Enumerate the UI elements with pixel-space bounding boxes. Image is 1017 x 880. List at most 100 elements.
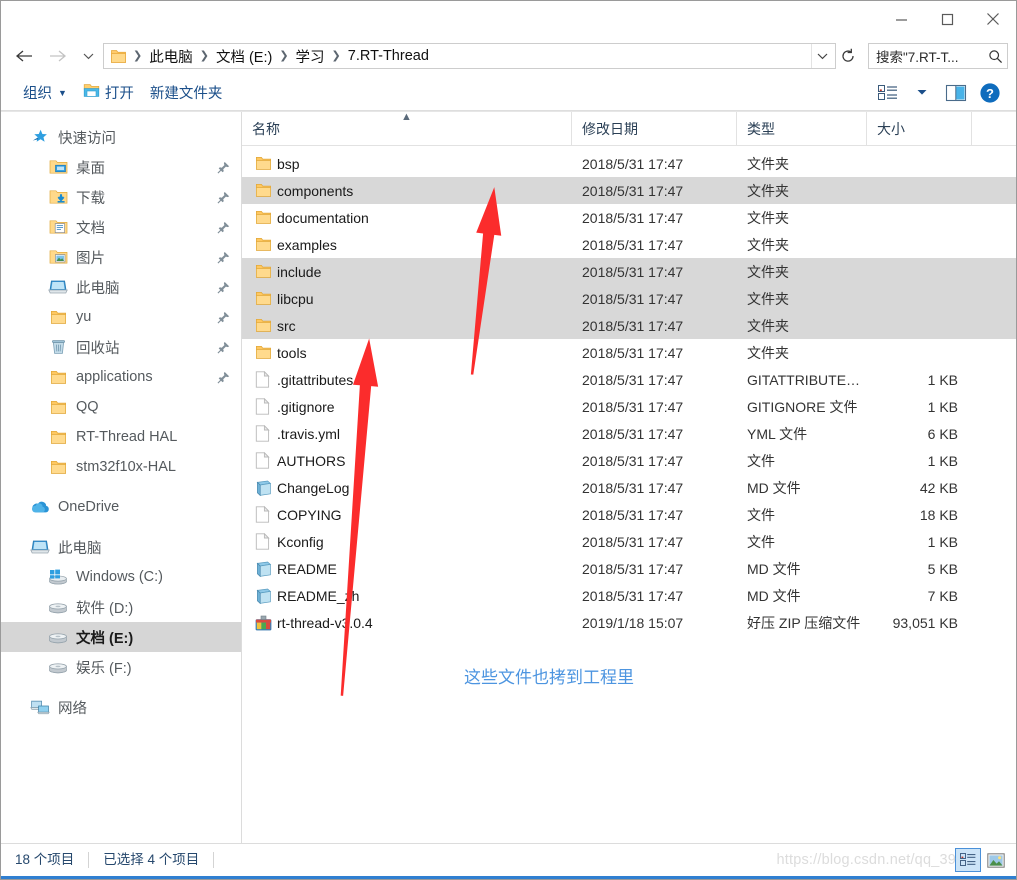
search-box[interactable]: 搜索"7.RT-T...: [868, 43, 1008, 69]
table-row[interactable]: ChangeLog 2018/5/31 17:47 MD 文件 42 KB: [242, 474, 1016, 501]
minimize-button[interactable]: [878, 1, 924, 37]
breadcrumb-item-1[interactable]: 文档 (E:): [213, 46, 275, 67]
breadcrumb-separator: ❯: [279, 49, 289, 62]
new-folder-button[interactable]: 新建文件夹: [142, 79, 231, 106]
sidebar-item-[interactable]: 回收站: [1, 332, 241, 362]
sidebar-item-[interactable]: 此电脑: [1, 272, 241, 302]
sidebar-item-applications[interactable]: applications: [1, 362, 241, 392]
file-size-cell: 18 KB: [919, 506, 958, 523]
pin-icon[interactable]: [215, 341, 231, 354]
file-date-cell: 2018/5/31 17:47: [582, 452, 684, 469]
change-view-icon[interactable]: [872, 79, 904, 107]
table-row[interactable]: .gitignore 2018/5/31 17:47 GITIGNORE 文件 1 K…: [242, 393, 1016, 420]
pictures-folder-icon: [47, 249, 69, 265]
sidebar-item-label: 下载: [76, 190, 105, 207]
breadcrumb-item-2[interactable]: 学习: [293, 46, 328, 67]
this-pc-icon: [29, 539, 51, 555]
column-header-date[interactable]: 修改日期: [572, 112, 737, 145]
sidebar-item-yu[interactable]: yu: [1, 302, 241, 332]
sidebar-item-stm32f10x-hal[interactable]: stm32f10x-HAL: [1, 452, 241, 482]
breadcrumb-item-3[interactable]: 7.RT-Thread: [345, 48, 432, 64]
pin-icon[interactable]: [215, 371, 231, 384]
search-input[interactable]: 搜索"7.RT-T...: [876, 46, 988, 66]
file-name-label: .gitignore: [277, 398, 335, 415]
table-row[interactable]: .gitattributes 2018/5/31 17:47 GITATTRIBUT…: [242, 366, 1016, 393]
refresh-icon[interactable]: [836, 37, 860, 75]
column-header-row: 名称 修改日期 类型 大小 ▲: [242, 112, 1016, 146]
file-list[interactable]: bsp 2018/5/31 17:47 文件夹 components 2018/5/31…: [242, 146, 1016, 843]
column-header-type[interactable]: 类型: [737, 112, 867, 145]
sidebar-item-e[interactable]: 文档 (E:): [1, 622, 241, 652]
sidebar-item-qq[interactable]: QQ: [1, 392, 241, 422]
sidebar-item-f[interactable]: 娱乐 (F:): [1, 652, 241, 682]
recent-locations-button[interactable]: [75, 41, 101, 71]
forward-button[interactable]: [41, 41, 75, 71]
table-row[interactable]: README 2018/5/31 17:47 MD 文件 5 KB: [242, 555, 1016, 582]
close-button[interactable]: [970, 1, 1016, 37]
folder-icon: [255, 345, 277, 360]
table-row[interactable]: examples 2018/5/31 17:47 文件夹: [242, 231, 1016, 258]
file-name-label: tools: [277, 344, 307, 361]
table-row[interactable]: src 2018/5/31 17:47 文件夹: [242, 312, 1016, 339]
folder-icon: [47, 400, 69, 415]
chevron-down-icon[interactable]: [811, 44, 833, 68]
file-size-cell: 93,051 KB: [892, 614, 958, 631]
md-file-icon: [255, 480, 277, 496]
sidebar-item-[interactable]: 快速访问: [1, 122, 241, 152]
table-row[interactable]: Kconfig 2018/5/31 17:47 文件 1 KB: [242, 528, 1016, 555]
sidebar-item-label: 软件 (D:): [76, 600, 134, 617]
breadcrumb-item-0[interactable]: 此电脑: [146, 46, 196, 67]
pin-icon[interactable]: [215, 191, 231, 204]
sidebar-item-[interactable]: 此电脑: [1, 532, 241, 562]
pin-icon[interactable]: [215, 281, 231, 294]
preview-pane-icon[interactable]: [940, 79, 972, 107]
sidebar-item-[interactable]: 桌面: [1, 152, 241, 182]
pin-icon[interactable]: [215, 161, 231, 174]
table-row[interactable]: COPYING 2018/5/31 17:47 文件 18 KB: [242, 501, 1016, 528]
sidebar-item-windows-c[interactable]: Windows (C:): [1, 562, 241, 592]
table-row[interactable]: tools 2018/5/31 17:47 文件夹: [242, 339, 1016, 366]
organize-button[interactable]: 组织 ▼: [15, 79, 75, 106]
maximize-button[interactable]: [924, 1, 970, 37]
file-name-cell: README: [242, 561, 572, 577]
nav-group-spacer: [1, 482, 241, 492]
sidebar-item-[interactable]: 网络: [1, 692, 241, 722]
quick-access-icon: [29, 129, 51, 145]
table-row[interactable]: include 2018/5/31 17:47 文件夹: [242, 258, 1016, 285]
table-row[interactable]: rt-thread-v3.0.4 2019/1/18 15:07 好压 ZIP 压缩…: [242, 609, 1016, 636]
table-row[interactable]: components 2018/5/31 17:47 文件夹: [242, 177, 1016, 204]
file-list-pane: 名称 修改日期 类型 大小 ▲ bsp 2018/5/31 17:47 文件夹 com…: [242, 112, 1016, 843]
navigation-pane[interactable]: 快速访问 桌面 下载 文档 图片 此电脑 yu 回收站 applications QQ RT-Thr…: [1, 112, 242, 843]
back-button[interactable]: [7, 41, 41, 71]
help-icon[interactable]: ?: [974, 79, 1006, 107]
file-type-cell: MD 文件: [747, 587, 801, 604]
table-row[interactable]: documentation 2018/5/31 17:47 文件夹: [242, 204, 1016, 231]
file-type-cell: 文件: [747, 506, 775, 523]
file-type-cell: MD 文件: [747, 560, 801, 577]
pin-icon[interactable]: [215, 311, 231, 324]
sidebar-item-rt-thread-hal[interactable]: RT-Thread HAL: [1, 422, 241, 452]
sidebar-item-onedrive[interactable]: OneDrive: [1, 492, 241, 522]
sidebar-item-d[interactable]: 软件 (D:): [1, 592, 241, 622]
table-row[interactable]: bsp 2018/5/31 17:47 文件夹: [242, 150, 1016, 177]
file-name-cell: COPYING: [242, 506, 572, 523]
table-row[interactable]: .travis.yml 2018/5/31 17:47 YML 文件 6 KB: [242, 420, 1016, 447]
details-view-button[interactable]: [955, 848, 981, 872]
open-button[interactable]: 打开: [75, 79, 142, 106]
sidebar-item-[interactable]: 图片: [1, 242, 241, 272]
file-name-cell: AUTHORS: [242, 452, 572, 469]
view-dropdown-icon[interactable]: [906, 79, 938, 107]
table-row[interactable]: libcpu 2018/5/31 17:47 文件夹: [242, 285, 1016, 312]
sidebar-item-[interactable]: 文档: [1, 212, 241, 242]
address-bar[interactable]: ❯ 此电脑 ❯ 文档 (E:) ❯ 学习 ❯ 7.RT-Thread: [103, 43, 836, 69]
folder-icon: [47, 430, 69, 445]
table-row[interactable]: AUTHORS 2018/5/31 17:47 文件 1 KB: [242, 447, 1016, 474]
column-header-size[interactable]: 大小: [867, 112, 972, 145]
pin-icon[interactable]: [215, 251, 231, 264]
file-type-cell: GITIGNORE 文件: [747, 398, 858, 415]
table-row[interactable]: README_zh 2018/5/31 17:47 MD 文件 7 KB: [242, 582, 1016, 609]
file-type-cell: 文件: [747, 452, 775, 469]
sidebar-item-[interactable]: 下载: [1, 182, 241, 212]
pin-icon[interactable]: [215, 221, 231, 234]
large-icons-view-button[interactable]: [984, 849, 1008, 871]
